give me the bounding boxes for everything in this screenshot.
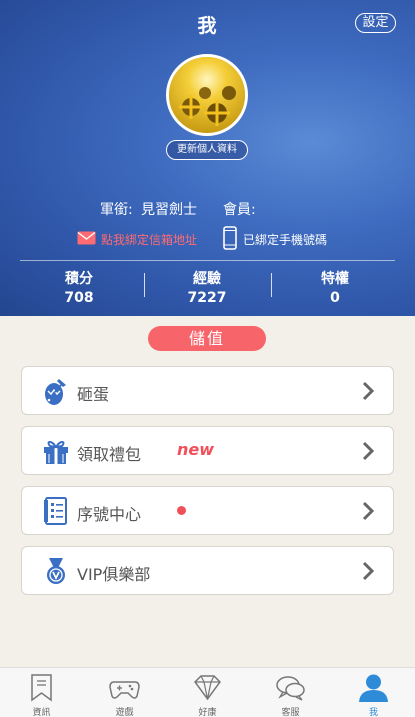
nav-tab-me[interactable]: 我 — [332, 668, 415, 717]
stat-privilege: 特權 0 — [285, 268, 385, 306]
stat-points-value: 708 — [64, 290, 94, 306]
gift-icon — [44, 441, 68, 464]
rank-value: 見習劍士 — [141, 202, 197, 218]
bottom-nav: 資訊 遊戲 好康 客服 我 — [0, 667, 415, 717]
nav-label: 客服 — [281, 708, 300, 717]
chevron-right-icon — [362, 561, 375, 581]
page-title: 我 — [197, 15, 218, 37]
stat-separator — [144, 273, 145, 297]
stat-privilege-label: 特權 — [321, 271, 349, 287]
stats-divider — [20, 260, 395, 261]
profile-header: 我 設定 更新個人資料 軍銜: 見習劍士 會員: 點我綁定信箱地址 已綁定手機號… — [0, 0, 415, 316]
bind-phone-status: 已綁定手機號碼 — [243, 233, 328, 247]
notification-dot — [177, 506, 186, 515]
mail-icon[interactable] — [77, 231, 96, 245]
nav-tab-deals[interactable]: 好康 — [166, 668, 249, 717]
bind-email-link[interactable]: 點我綁定信箱地址 — [101, 231, 197, 248]
new-badge: new — [177, 440, 215, 459]
user-icon — [359, 674, 388, 702]
stat-experience-label: 經驗 — [193, 271, 221, 287]
menu-label: 砸蛋 — [77, 385, 110, 404]
stat-experience-value: 7227 — [187, 290, 227, 306]
rank-label: 軍銜: — [100, 202, 133, 218]
stat-points: 積分 708 — [29, 268, 129, 306]
menu-label: 領取禮包 — [77, 445, 142, 464]
chevron-right-icon — [362, 441, 375, 461]
member-label: 會員: — [223, 202, 256, 218]
gamepad-icon — [109, 681, 140, 699]
settings-button[interactable]: 設定 — [355, 13, 396, 33]
nav-label: 我 — [368, 708, 378, 717]
vip-medal-icon — [47, 558, 65, 584]
stat-points-label: 積分 — [65, 271, 93, 287]
phone-icon — [223, 226, 237, 250]
bind-row: 點我綁定信箱地址 已綁定手機號碼 — [0, 226, 415, 252]
menu-item-smash-egg[interactable]: 砸蛋 — [21, 366, 394, 415]
menu-item-serial-center[interactable]: 序號中心 — [21, 486, 394, 535]
nav-tab-news[interactable]: 資訊 — [0, 668, 83, 717]
stat-experience: 經驗 7227 — [157, 268, 257, 306]
nav-label: 好康 — [198, 708, 217, 717]
chat-bubble-icon — [276, 676, 305, 701]
nav-tab-support[interactable]: 客服 — [249, 668, 332, 717]
sunflower-image — [169, 57, 245, 133]
update-profile-button[interactable]: 更新個人資料 — [166, 140, 248, 160]
serial-icon — [44, 497, 67, 525]
diamond-icon — [194, 675, 221, 701]
stat-privilege-value: 0 — [330, 290, 340, 306]
nav-label: 資訊 — [32, 708, 51, 717]
bookmark-icon — [31, 674, 52, 702]
chevron-right-icon — [362, 501, 375, 521]
chevron-right-icon — [362, 381, 375, 401]
recharge-button[interactable]: 儲值 — [148, 326, 266, 351]
nav-label: 遊戲 — [115, 708, 134, 717]
stat-separator — [271, 273, 272, 297]
egg-icon — [45, 379, 66, 405]
avatar[interactable] — [166, 54, 248, 136]
nav-tab-games[interactable]: 遊戲 — [83, 668, 166, 717]
menu-label: 序號中心 — [77, 505, 142, 524]
menu-item-vip-club[interactable]: VIP俱樂部 — [21, 546, 394, 595]
menu-item-gift[interactable]: 領取禮包 new — [21, 426, 394, 475]
menu-label: VIP俱樂部 — [77, 565, 151, 584]
